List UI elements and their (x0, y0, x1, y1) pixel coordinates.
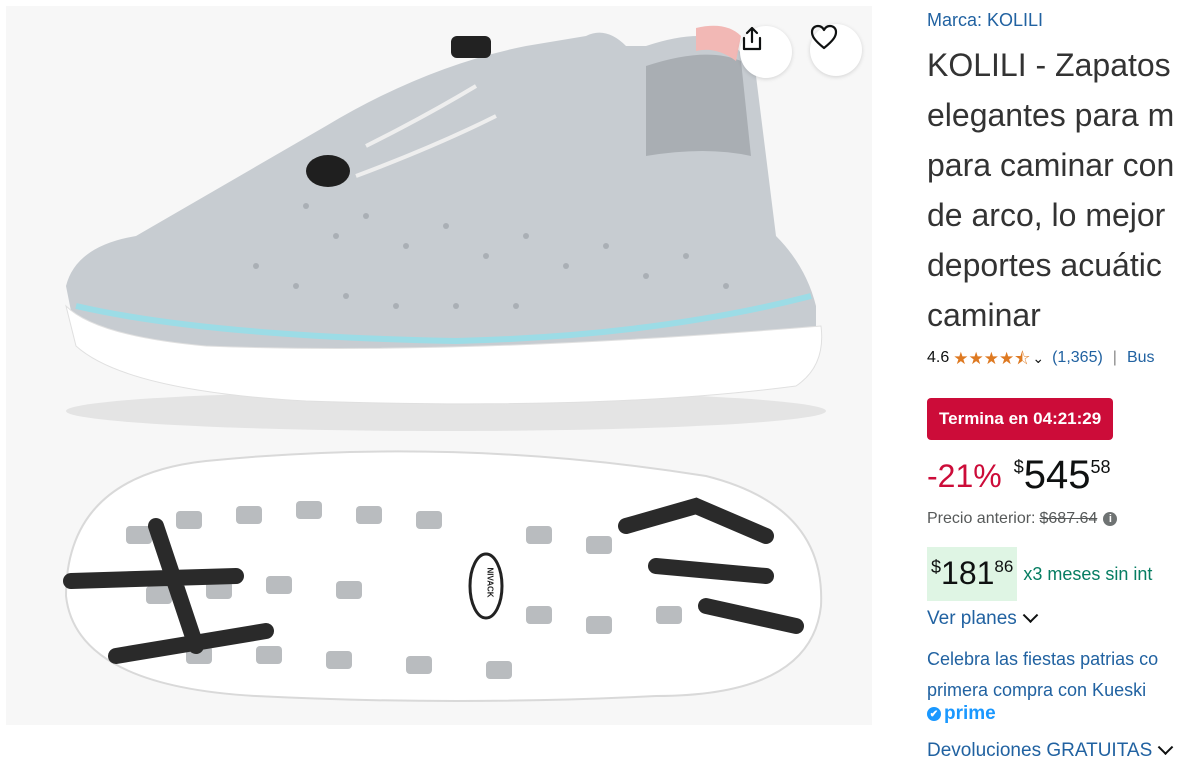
star-icon: ★ (968, 348, 984, 368)
shoe-illustration (63, 25, 826, 702)
product-title: KOLILI - Zapatos elegantes para m para c… (927, 40, 1200, 340)
previous-price: Precio anterior: $687.64 i (927, 510, 1118, 528)
title-line: KOLILI - Zapatos (927, 47, 1171, 83)
free-returns-link[interactable]: Devoluciones GRATUITAS (927, 738, 1174, 762)
promo-text[interactable]: Celebra las fiestas patrias co primera c… (927, 644, 1200, 706)
discount-percent: -21% (927, 458, 1002, 494)
star-icon: ★ (953, 348, 969, 368)
prime-label: prime (944, 703, 996, 724)
brand-link[interactable]: Marca: KOLILI (927, 10, 1043, 31)
check-icon: ✔ (927, 707, 941, 721)
price-fraction: 58 (1090, 457, 1111, 477)
see-plans-label: Ver planes (927, 608, 1017, 629)
previous-price-label: Precio anterior: (927, 510, 1036, 527)
price-row: -21% $ 545 58 (927, 452, 1111, 502)
rating-row: 4.6 ★ ★ ★ ★ ⯪ ⌄ (1,365) | Bus (927, 346, 1155, 370)
half-star-icon: ⯪ (1014, 348, 1031, 368)
rating-value: 4.6 (927, 349, 950, 366)
heart-icon (810, 24, 838, 50)
info-icon[interactable]: i (1103, 512, 1118, 526)
star-icon: ★ (999, 348, 1015, 368)
installment-symbol: $ (931, 557, 942, 577)
wishlist-button[interactable] (810, 24, 862, 76)
see-plans-link[interactable]: Ver planes (927, 606, 1039, 630)
price-whole: 545 (1023, 453, 1091, 497)
promo-line: primera compra con Kueski (927, 680, 1147, 700)
chevron-down-icon (1022, 606, 1039, 623)
installment-whole: 181 (941, 555, 995, 591)
installment-row: $ 181 86 x3 meses sin int (927, 547, 1152, 601)
product-image[interactable]: NIVACK (6, 6, 872, 725)
product-details: Marca: KOLILI KOLILI - Zapatos elegantes… (927, 0, 1200, 769)
star-rating[interactable]: ★ ★ ★ ★ ⯪ (953, 350, 1030, 367)
installment-fraction: 86 (994, 557, 1014, 576)
search-link[interactable]: Bus (1127, 349, 1155, 367)
chevron-down-icon[interactable]: ⌄ (1032, 350, 1044, 367)
installment-price: $ 181 86 (927, 547, 1018, 601)
chevron-down-icon (1157, 738, 1174, 755)
promo-line: Celebra las fiestas patrias co (927, 649, 1159, 669)
star-icon: ★ (983, 348, 999, 368)
share-button[interactable] (740, 26, 792, 78)
rating-count-link[interactable]: (1,365) (1052, 349, 1103, 367)
title-line: para caminar con (927, 147, 1175, 183)
title-line: de arco, lo mejor (927, 197, 1166, 233)
title-line: deportes acuátic (927, 247, 1162, 283)
deal-badge: Termina en 04:21:29 (927, 398, 1114, 440)
previous-price-value: $687.64 (1039, 510, 1098, 527)
sole-logo-text: NIVACK (485, 567, 495, 598)
title-line: elegantes para m (927, 97, 1175, 133)
separator: | (1112, 349, 1117, 366)
free-returns-label: Devoluciones GRATUITAS (927, 740, 1153, 761)
share-icon (742, 26, 762, 51)
prime-badge: ✔ prime (927, 702, 996, 726)
title-line: caminar (927, 297, 1041, 333)
installment-text: x3 meses sin int (1023, 563, 1153, 584)
price-symbol: $ (1013, 457, 1024, 477)
